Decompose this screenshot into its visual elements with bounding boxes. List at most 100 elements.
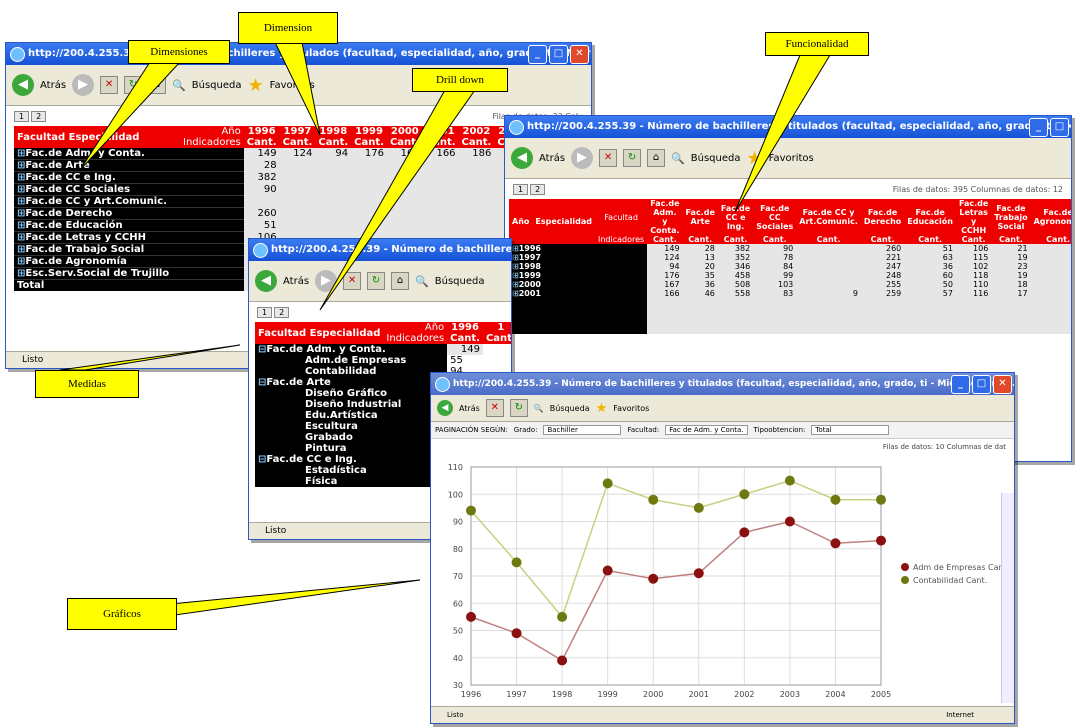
refresh-icon[interactable]: ↻	[367, 272, 386, 290]
facultad-column-header[interactable]: Fac.de CC y Art.Comunic.	[796, 199, 861, 235]
year-header[interactable]: 2000	[386, 126, 423, 137]
row-label[interactable]: ⊞Fac.de Educación	[14, 219, 244, 232]
year-row-label[interactable]: ⊞1996	[509, 244, 648, 253]
refresh-icon[interactable]: ↻	[623, 149, 642, 167]
page-2-button[interactable]: 2	[31, 110, 47, 122]
expand-icon[interactable]: ⊞	[512, 253, 519, 262]
back-arrow-icon[interactable]: ◀	[437, 400, 453, 416]
row-label[interactable]: ⊟Fac.de Adm. y Conta.	[255, 344, 448, 355]
back-label[interactable]: Atrás	[459, 404, 480, 413]
stop-icon[interactable]: ✕	[343, 272, 362, 290]
row-label[interactable]: ⊞Esc.Serv.Social de Trujillo	[14, 267, 244, 280]
search-icon[interactable]: 🔍	[172, 79, 186, 92]
page-1-button[interactable]: 1	[14, 110, 30, 122]
forward-arrow-icon[interactable]: ▶	[571, 147, 594, 169]
row-label[interactable]: Grabado	[255, 432, 448, 443]
row-label[interactable]: ⊞Fac.de Derecho	[14, 207, 244, 220]
home-icon[interactable]: ⌂	[148, 76, 167, 94]
facultad-column-header[interactable]: Fac.de Educación	[904, 199, 956, 235]
facultad-column-header[interactable]: Fac.de CC e Ing.	[717, 199, 754, 235]
facultad-column-header[interactable]: Fac.de Adm. y Conta.	[647, 199, 683, 235]
window-titlebar[interactable]: http://200.4.255.39 - Número de bachille…	[431, 373, 1014, 395]
expand-icon[interactable]: ⊞	[512, 244, 519, 253]
search-label[interactable]: Búsqueda	[435, 276, 485, 287]
back-label[interactable]: Atrás	[539, 153, 565, 164]
year-header[interactable]: 1997	[279, 126, 316, 137]
year-header[interactable]: 1998	[315, 126, 352, 137]
year-row-label[interactable]: ⊞1998	[509, 262, 648, 271]
close-button[interactable]: ✕	[570, 45, 589, 64]
page-2-button[interactable]: 2	[274, 306, 290, 318]
year-header[interactable]: 2001	[422, 126, 459, 137]
year-row-label[interactable]	[509, 298, 648, 307]
stop-icon[interactable]: ✕	[485, 399, 504, 417]
stop-icon[interactable]: ✕	[599, 149, 618, 167]
row-label[interactable]: Escultura	[255, 421, 448, 432]
row-label[interactable]: Pintura	[255, 443, 448, 454]
favorites-star-icon[interactable]: ★	[596, 401, 608, 416]
year-row-label[interactable]: ⊞1997	[509, 253, 648, 262]
refresh-icon[interactable]: ↻	[124, 76, 143, 94]
year-header[interactable]: 1996	[243, 126, 280, 137]
row-label[interactable]: ⊞Fac.de Adm. y Conta.	[14, 148, 244, 160]
page-1-button[interactable]: 1	[257, 306, 273, 318]
expand-icon[interactable]: ⊞	[512, 262, 519, 271]
minimize-button[interactable]: _	[951, 375, 970, 394]
row-label[interactable]: Adm.de Empresas	[255, 355, 448, 366]
maximize-button[interactable]: □	[549, 45, 568, 64]
stop-icon[interactable]: ✕	[100, 76, 119, 94]
facultad-header[interactable]: Facultad	[595, 199, 648, 235]
facultad-column-header[interactable]: Fac.de Trabajo Social	[991, 199, 1031, 235]
row-label[interactable]: ⊞Fac.de Letras y CCHH	[14, 231, 244, 244]
year-header[interactable]: 2002	[458, 126, 495, 137]
forward-arrow-icon[interactable]: ▶	[315, 270, 338, 292]
back-label[interactable]: Atrás	[40, 80, 66, 91]
facultad-column-header[interactable]: Fac.de CC Sociales	[753, 199, 797, 235]
home-icon[interactable]: ⌂	[647, 149, 666, 167]
page-2-button[interactable]: 2	[530, 183, 546, 195]
back-arrow-icon[interactable]: ◀	[511, 147, 533, 169]
row-label[interactable]: ⊟Fac.de Arte	[255, 377, 448, 388]
year-row-label[interactable]	[509, 316, 648, 325]
minimize-button[interactable]: _	[1029, 118, 1048, 137]
row-dimensions-header[interactable]: Facultad Especialidad	[14, 126, 180, 148]
row-label[interactable]: Estadística	[255, 465, 448, 476]
search-label[interactable]: Búsqueda	[550, 404, 590, 413]
search-icon[interactable]: 🔍	[415, 275, 429, 288]
favorites-star-icon[interactable]: ★	[746, 148, 762, 169]
tipo-select[interactable]: Total	[811, 425, 890, 435]
year-header[interactable]: 1	[482, 322, 511, 333]
year-column-header[interactable]: Año	[509, 199, 533, 244]
forward-arrow-icon[interactable]: ▶	[72, 74, 95, 96]
favorites-label[interactable]: Favoritos	[270, 80, 315, 91]
year-row-label[interactable]: ⊞1999	[509, 271, 648, 280]
row-label[interactable]: ⊞Fac.de Agronomía	[14, 255, 244, 268]
close-button[interactable]: ✕	[993, 375, 1012, 394]
home-icon[interactable]: ⌂	[391, 272, 410, 290]
row-label[interactable]: ⊞Fac.de CC e Ing.	[14, 171, 244, 184]
favorites-star-icon[interactable]: ★	[247, 75, 263, 96]
row-label[interactable]: ⊞Fac.de CC Sociales	[14, 183, 244, 196]
facultad-column-header[interactable]: Fac.de Arte	[682, 199, 718, 235]
window-titlebar[interactable]: http://200.4.255.39 - Número de bachille…	[505, 116, 1071, 138]
search-label[interactable]: Búsqueda	[691, 153, 741, 164]
year-header[interactable]: 1996	[447, 322, 483, 333]
row-label[interactable]: ⊟Fac.de CC e Ing.	[255, 454, 448, 465]
year-row-label[interactable]: ⊞2001	[509, 289, 648, 298]
row-label[interactable]: Física	[255, 476, 448, 487]
especialidad-header[interactable]: Especialidad	[532, 199, 595, 244]
maximize-button[interactable]: □	[1050, 118, 1069, 137]
favorites-label[interactable]: Favoritos	[769, 153, 814, 164]
year-row-label[interactable]: ⊞2000	[509, 280, 648, 289]
maximize-button[interactable]: □	[972, 375, 991, 394]
search-icon[interactable]: 🔍	[671, 152, 685, 165]
back-arrow-icon[interactable]: ◀	[12, 74, 34, 96]
facultad-column-header[interactable]: Fac.de Letras y CCHH	[955, 199, 992, 235]
year-header[interactable]: 1999	[351, 126, 387, 137]
favorites-label[interactable]: Favoritos	[613, 404, 649, 413]
back-arrow-icon[interactable]: ◀	[255, 270, 277, 292]
facultad-select[interactable]: Fac de Adm. y Conta.	[665, 425, 748, 435]
row-label[interactable]: ⊞Fac.de Trabajo Social	[14, 243, 244, 256]
column-dimension-header[interactable]: Año	[383, 322, 448, 333]
back-label[interactable]: Atrás	[283, 276, 309, 287]
